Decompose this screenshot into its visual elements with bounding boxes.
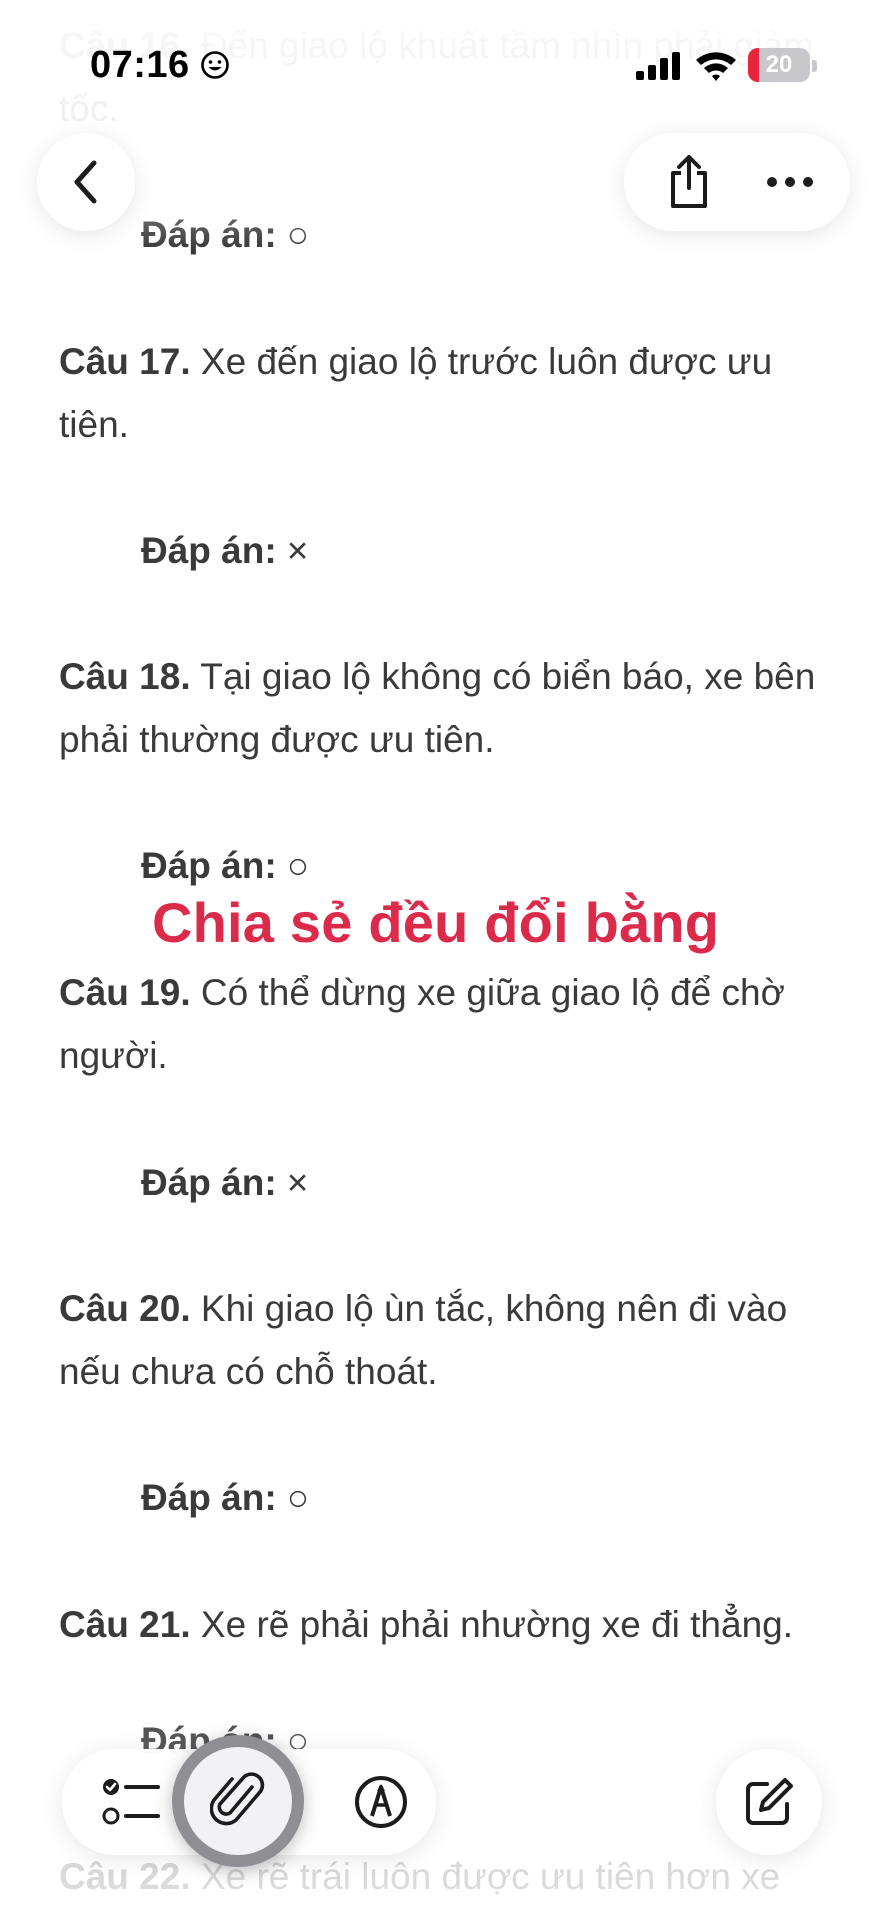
status-bar: 07:16 20 bbox=[0, 0, 886, 120]
checklist-button[interactable] bbox=[82, 1753, 180, 1851]
back-icon bbox=[74, 160, 97, 204]
overlay-caption: Chia sẻ đều đổi bằng bbox=[152, 891, 720, 954]
question-number: Câu 19. bbox=[59, 972, 191, 1013]
question-20: Câu 20. Khi giao lộ ùn tắc, không nên đi… bbox=[59, 1277, 829, 1403]
compose-button[interactable] bbox=[716, 1749, 822, 1855]
question-21: Câu 21. Xe rẽ phải phải nhường xe đi thẳ… bbox=[59, 1593, 829, 1656]
question-number: Câu 18. bbox=[59, 656, 191, 697]
checklist-icon bbox=[102, 1779, 160, 1825]
compose-icon bbox=[746, 1778, 793, 1825]
answer-value: ○ bbox=[286, 214, 310, 255]
attachment-icon bbox=[210, 1772, 265, 1826]
answer-20: Đáp án: ○ bbox=[141, 1475, 309, 1521]
smiley-icon bbox=[201, 51, 229, 79]
more-icon bbox=[767, 177, 813, 187]
share-button[interactable] bbox=[644, 133, 734, 231]
question-text: Xe rẽ phải phải nhường xe đi thẳng. bbox=[200, 1604, 794, 1645]
question-number: Câu 20. bbox=[59, 1288, 191, 1329]
question-17: Câu 17. Xe đến giao lộ trước luôn được ư… bbox=[59, 330, 829, 456]
answer-17: Đáp án: × bbox=[141, 528, 308, 574]
answer-value: × bbox=[286, 530, 309, 571]
answer-label: Đáp án: bbox=[141, 1477, 277, 1518]
answer-label: Đáp án: bbox=[141, 845, 277, 886]
attachment-button-highlight bbox=[172, 1735, 304, 1867]
share-icon bbox=[671, 155, 707, 208]
answer-value: ○ bbox=[286, 1477, 310, 1518]
question-number: Câu 21. bbox=[59, 1604, 191, 1645]
top-actions bbox=[624, 133, 850, 231]
markup-icon bbox=[355, 1776, 407, 1828]
answer-19: Đáp án: × bbox=[141, 1160, 308, 1206]
wifi-icon bbox=[696, 52, 736, 81]
answer-label: Đáp án: bbox=[141, 530, 277, 571]
answer-value: ○ bbox=[286, 845, 310, 886]
answer-label: Đáp án: bbox=[141, 214, 277, 255]
question-18: Câu 18. Tại giao lộ không có biển báo, x… bbox=[59, 645, 829, 771]
question-19: Câu 19. Có thể dừng xe giữa giao lộ để c… bbox=[59, 961, 829, 1087]
answer-value: × bbox=[286, 1162, 309, 1203]
status-time: 07:16 bbox=[90, 44, 190, 86]
question-number: Câu 22. bbox=[59, 1856, 191, 1897]
more-button[interactable] bbox=[742, 133, 838, 231]
battery-cap bbox=[812, 60, 817, 72]
battery-icon: 20 bbox=[748, 48, 810, 82]
answer-16: Đáp án: ○ bbox=[141, 212, 309, 258]
question-number: Câu 17. bbox=[59, 341, 191, 382]
battery-level: 20 bbox=[765, 51, 793, 78]
notes-screen: Câu 16. Đến giao lộ khuất tầm nhìn phải … bbox=[0, 0, 886, 1920]
question-text: Xe rẽ trái luôn được ưu tiên hơn xe bbox=[200, 1856, 781, 1897]
markup-button[interactable] bbox=[332, 1753, 430, 1851]
answer-18: Đáp án: ○ bbox=[141, 843, 309, 889]
attachment-button[interactable] bbox=[184, 1747, 292, 1855]
back-button[interactable] bbox=[37, 133, 135, 231]
answer-label: Đáp án: bbox=[141, 1162, 277, 1203]
cellular-signal-icon bbox=[636, 52, 680, 80]
